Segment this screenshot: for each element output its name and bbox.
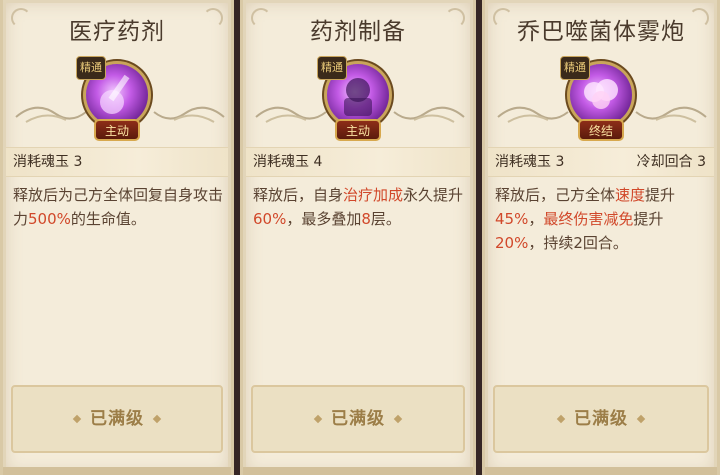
grade-badge: 精通 (76, 56, 106, 80)
skill-panel: 医疗药剂 精通 主动 消耗魂玉 3 释放后为己方全体回复自身攻击力500%的生命… (0, 0, 720, 475)
max-level-button[interactable]: 已满级 (493, 385, 709, 453)
cost-row: 消耗魂玉 4 (246, 147, 470, 177)
desc-highlight: 治疗加成 (343, 186, 404, 204)
soul-jade-cost: 消耗魂玉 3 (13, 154, 83, 170)
skill-type-badge: 主动 (94, 119, 140, 141)
desc-text: ，持续2回合。 (528, 234, 628, 252)
skill-title: 医疗药剂 (69, 19, 165, 45)
skill-card-2[interactable]: 药剂制备 精通 主动 消耗魂玉 4 释放后，自身治疗加成永久提升 60%，最多叠加… (240, 0, 476, 475)
desc-highlight: 速度 (615, 186, 646, 204)
cooldown: 冷却回合 3 (636, 154, 706, 170)
skill-description: 释放后，己方全体速度提升45%，最终伤害减免提升20%，持续2回合。 (495, 183, 709, 255)
diamond-icon (636, 414, 646, 424)
desc-text: 释放后，己方全体 (495, 186, 616, 204)
skill-icon[interactable]: 精通 (560, 56, 636, 128)
grade-badge: 精通 (317, 56, 347, 80)
skill-card-1[interactable]: 医疗药剂 精通 主动 消耗魂玉 3 释放后为己方全体回复自身攻击力500%的生命… (0, 0, 234, 475)
max-level-button[interactable]: 已满级 (11, 385, 223, 453)
skill-description: 释放后为己方全体回复自身攻击力500%的生命值。 (13, 183, 223, 231)
max-level-button[interactable]: 已满级 (251, 385, 465, 453)
soul-jade-cost: 消耗魂玉 4 (253, 154, 323, 170)
skill-description: 释放后，自身治疗加成永久提升 60%，最多叠加8层。 (253, 183, 465, 231)
desc-highlight: 最终伤害减免 (543, 210, 634, 228)
skill-card-3[interactable]: 乔巴噬菌体雾炮 精通 终结 消耗魂玉 3 冷却回合 3 释放后，己方全体速度提升… (482, 0, 720, 475)
diamond-icon (152, 414, 162, 424)
desc-highlight: 60% (253, 210, 287, 228)
diamond-icon (72, 414, 82, 424)
diamond-icon (393, 414, 403, 424)
skill-icon[interactable]: 精通 (317, 56, 393, 128)
desc-text: 提升 (645, 186, 676, 204)
desc-text: 永久提升 (403, 186, 464, 204)
diamond-icon (313, 414, 323, 424)
desc-text: 层。 (370, 210, 401, 228)
skill-title: 药剂制备 (310, 19, 406, 45)
cost-row: 消耗魂玉 3 冷却回合 3 (488, 147, 714, 177)
desc-text: 释放后，自身 (253, 186, 344, 204)
desc-highlight: 8 (361, 210, 371, 228)
desc-text: 提升 (633, 210, 664, 228)
desc-text: ， (528, 210, 544, 228)
diamond-icon (556, 414, 566, 424)
desc-text: 的生命值。 (70, 210, 146, 228)
skill-title: 乔巴噬菌体雾炮 (517, 19, 685, 45)
max-level-label: 已满级 (331, 409, 385, 429)
skill-icon[interactable]: 精通 (76, 56, 152, 128)
max-level-label: 已满级 (574, 409, 628, 429)
desc-highlight: 500% (28, 210, 71, 228)
soul-jade-cost: 消耗魂玉 3 (495, 154, 565, 170)
max-level-label: 已满级 (90, 409, 144, 429)
desc-highlight: 45% (495, 210, 529, 228)
grade-badge: 精通 (560, 56, 590, 80)
cost-row: 消耗魂玉 3 (6, 147, 228, 177)
desc-text: ，最多叠加 (286, 210, 362, 228)
desc-highlight: 20% (495, 234, 529, 252)
skill-type-badge: 主动 (335, 119, 381, 141)
skill-type-badge: 终结 (578, 119, 624, 141)
